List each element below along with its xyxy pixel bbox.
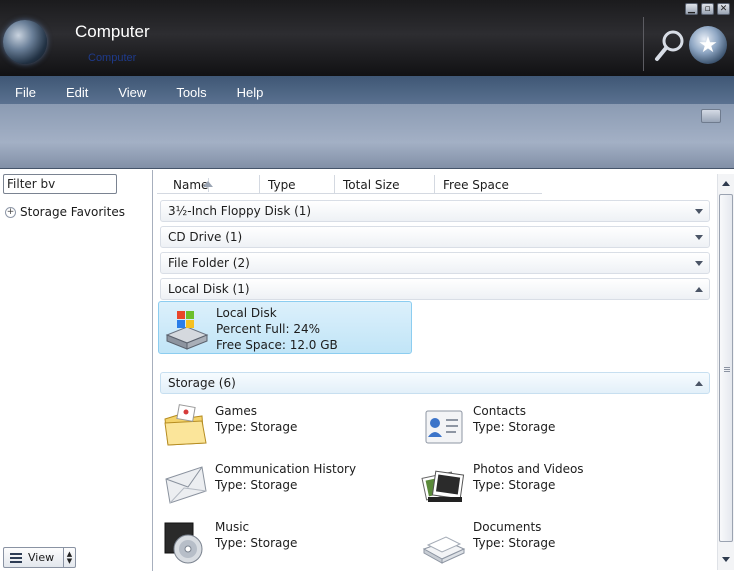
group-cd-drive[interactable]: CD Drive (1) bbox=[160, 226, 710, 248]
column-header-name[interactable]: Name bbox=[157, 175, 260, 194]
chevron-up-icon bbox=[695, 381, 703, 386]
window-title: Computer bbox=[75, 22, 150, 41]
storage-item-name: Documents bbox=[473, 520, 542, 534]
filter-input[interactable]: Filter bv bbox=[3, 174, 117, 194]
local-disk-percent: Percent Full: 24% bbox=[216, 322, 321, 336]
back-orb-icon[interactable] bbox=[3, 20, 47, 64]
group-local-disk[interactable]: Local Disk (1) bbox=[160, 278, 710, 300]
star-orb-icon[interactable]: ★ bbox=[689, 26, 727, 64]
column-header-total-size[interactable]: Total Size bbox=[335, 175, 435, 194]
documents-icon bbox=[422, 536, 466, 564]
menu-view[interactable]: View bbox=[103, 84, 161, 102]
storage-item-documents[interactable]: Documents Type: Storage bbox=[420, 519, 555, 565]
scroll-up-arrow-icon[interactable] bbox=[722, 181, 730, 186]
menu-tools[interactable]: Tools bbox=[161, 84, 221, 102]
sort-ascending-icon bbox=[203, 181, 213, 187]
maximize-button[interactable]: ▫ bbox=[701, 3, 714, 15]
storage-item-type: Type: Storage bbox=[473, 478, 556, 492]
menu-edit[interactable]: Edit bbox=[51, 84, 103, 102]
title-separator bbox=[643, 17, 644, 71]
expand-plus-icon[interactable]: + bbox=[5, 206, 16, 218]
view-spinner-icon[interactable]: ▲ ▼ bbox=[63, 548, 75, 567]
column-headers: Name Type Total Size Free Space bbox=[157, 175, 542, 194]
storage-item-photos-and-videos[interactable]: Photos and Videos Type: Storage bbox=[420, 461, 584, 507]
storage-item-name: Contacts bbox=[473, 404, 526, 418]
scroll-down-arrow-icon[interactable] bbox=[722, 557, 730, 562]
vertical-scrollbar[interactable] bbox=[717, 174, 734, 570]
view-button-label: View bbox=[28, 551, 55, 564]
menu-file[interactable]: File bbox=[0, 84, 51, 102]
menu-help[interactable]: Help bbox=[222, 84, 279, 102]
search-icon[interactable] bbox=[653, 28, 687, 64]
storage-item-type: Type: Storage bbox=[215, 478, 298, 492]
window-subtitle: Computer bbox=[88, 52, 137, 64]
column-header-type[interactable]: Type bbox=[260, 175, 335, 194]
storage-item-contacts[interactable]: Contacts Type: Storage bbox=[420, 403, 555, 449]
local-disk-name: Local Disk bbox=[216, 306, 277, 320]
envelope-icon bbox=[165, 466, 207, 504]
toolbar-options-button[interactable] bbox=[701, 109, 721, 123]
chevron-up-icon bbox=[695, 287, 703, 292]
contacts-icon bbox=[425, 410, 463, 444]
group-file-folder[interactable]: File Folder (2) bbox=[160, 252, 710, 274]
column-header-free-space[interactable]: Free Space bbox=[435, 175, 542, 194]
storage-favorites-label: Storage Favorites bbox=[20, 205, 125, 219]
group-cd-label: CD Drive (1) bbox=[168, 230, 243, 244]
menu-bar: File Edit View Tools Help bbox=[0, 76, 734, 169]
storage-item-communication-history[interactable]: Communication History Type: Storage bbox=[162, 461, 356, 507]
storage-item-name: Music bbox=[215, 520, 250, 534]
storage-item-type: Type: Storage bbox=[215, 536, 298, 550]
storage-item-name: Communication History bbox=[215, 462, 357, 476]
grip-icon bbox=[724, 367, 730, 368]
group-floppy[interactable]: 3½-Inch Floppy Disk (1) bbox=[160, 200, 710, 222]
storage-item-games[interactable]: Games Type: Storage bbox=[162, 403, 297, 449]
hard-drive-icon bbox=[165, 311, 209, 350]
minimize-button[interactable]: ▁ bbox=[685, 3, 698, 15]
list-view-icon bbox=[10, 552, 22, 563]
group-storage-label: Storage (6) bbox=[168, 376, 236, 390]
storage-item-type: Type: Storage bbox=[473, 420, 556, 434]
photos-icon bbox=[421, 470, 465, 502]
content-pane: Name Type Total Size Free Space 3½-Inch … bbox=[155, 170, 734, 571]
left-pane: Filter bv + Storage Favorites View ▲ ▼ bbox=[0, 170, 153, 571]
scrollbar-thumb[interactable] bbox=[719, 194, 733, 542]
chevron-down-icon bbox=[695, 235, 703, 240]
games-folder-icon bbox=[164, 404, 207, 446]
group-floppy-label: 3½-Inch Floppy Disk (1) bbox=[168, 204, 312, 218]
storage-favorites[interactable]: + Storage Favorites bbox=[5, 205, 125, 219]
local-disk-item[interactable]: Local Disk Percent Full: 24% Free Space:… bbox=[158, 301, 412, 354]
close-button[interactable]: ✕ bbox=[717, 3, 730, 15]
group-local-label: Local Disk (1) bbox=[168, 282, 250, 296]
music-cd-icon bbox=[164, 522, 203, 564]
chevron-down-icon bbox=[695, 261, 703, 266]
storage-item-name: Photos and Videos bbox=[473, 462, 584, 476]
group-storage[interactable]: Storage (6) bbox=[160, 372, 710, 394]
storage-item-name: Games bbox=[215, 404, 257, 418]
title-bar: Computer Computer ★ ▁ ▫ ✕ bbox=[0, 0, 734, 76]
storage-item-type: Type: Storage bbox=[215, 420, 298, 434]
toolbar-area bbox=[0, 104, 734, 168]
storage-item-type: Type: Storage bbox=[473, 536, 556, 550]
storage-item-music[interactable]: Music Type: Storage bbox=[162, 519, 297, 565]
group-folder-label: File Folder (2) bbox=[168, 256, 250, 270]
local-disk-free: Free Space: 12.0 GB bbox=[216, 338, 338, 352]
chevron-down-icon bbox=[695, 209, 703, 214]
window-controls: ▁ ▫ ✕ bbox=[685, 3, 730, 15]
view-button[interactable]: View ▲ ▼ bbox=[3, 547, 76, 568]
